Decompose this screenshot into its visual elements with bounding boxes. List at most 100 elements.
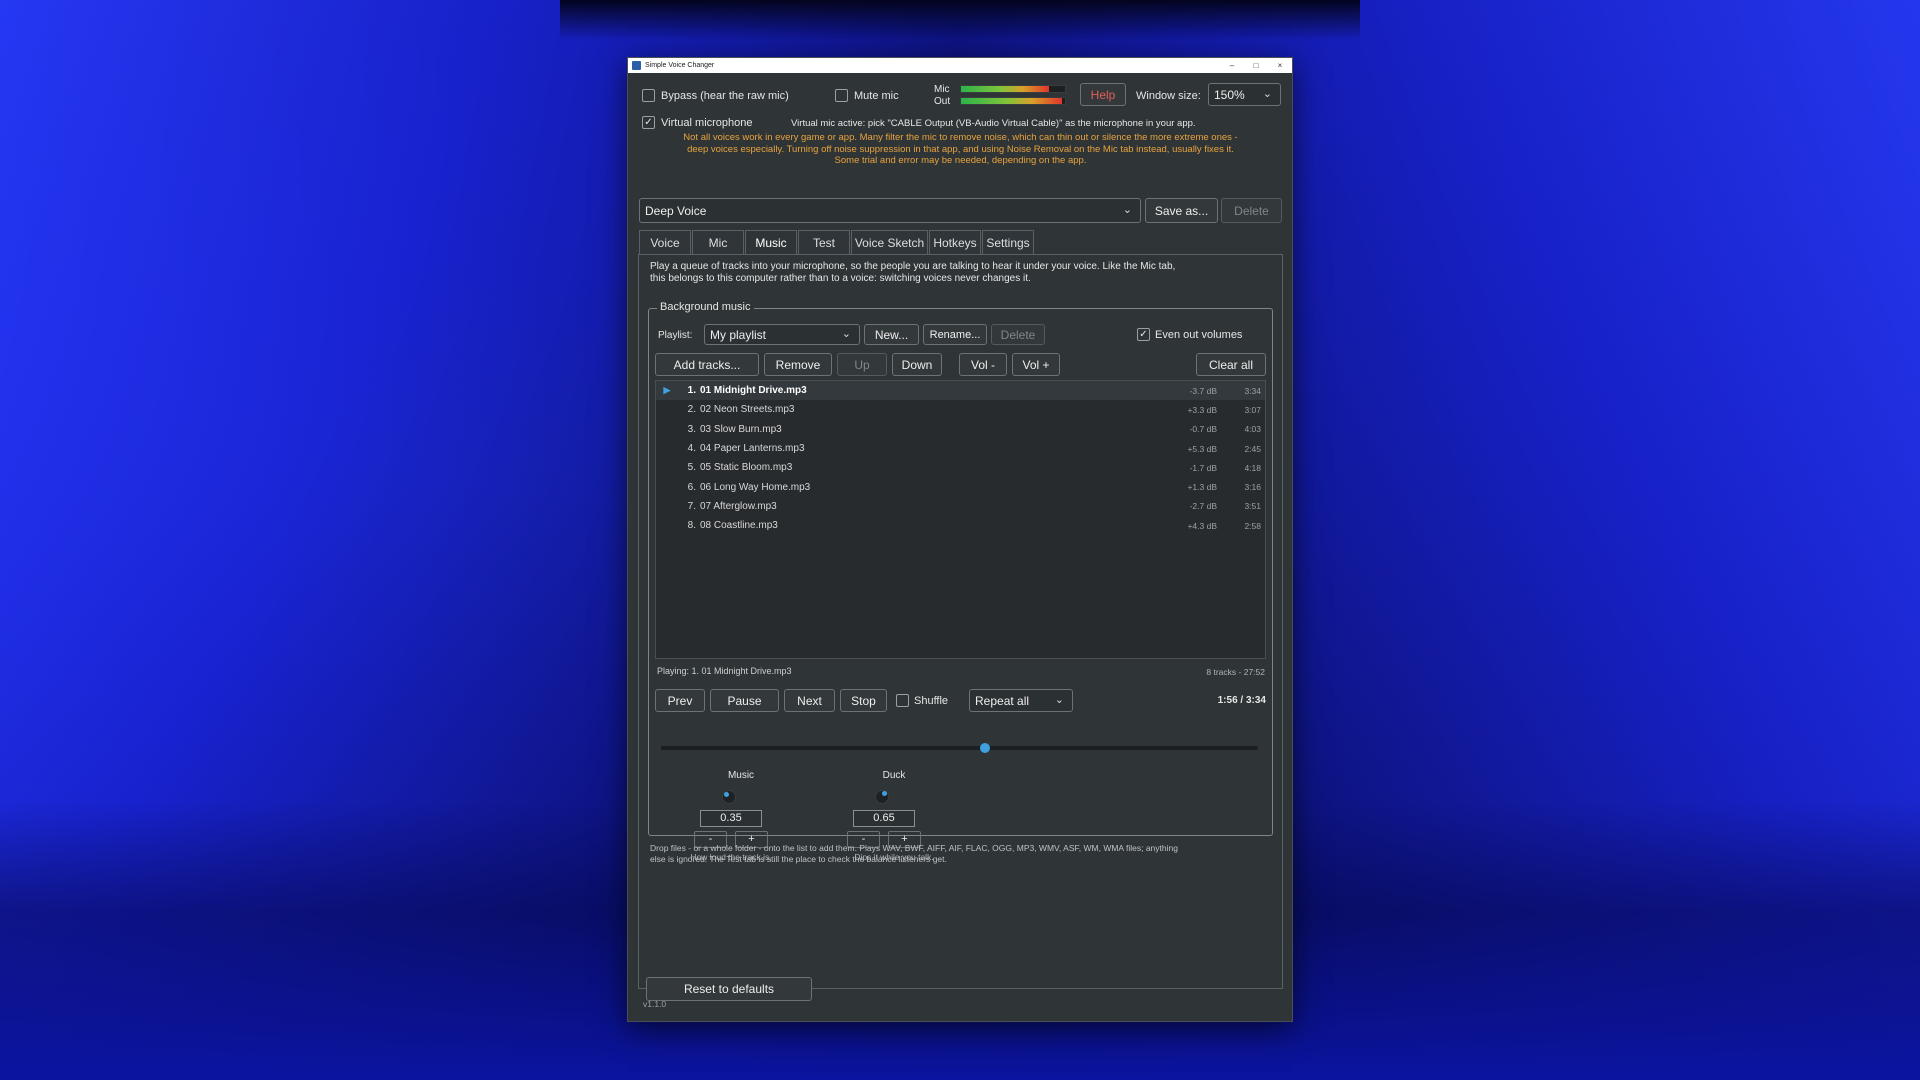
- track-gain: +5.3 dB: [1187, 443, 1217, 454]
- close-button[interactable]: ×: [1268, 58, 1292, 73]
- track-row[interactable]: 3. 03 Slow Burn.mp3 -0.7 dB 4:03: [656, 420, 1265, 439]
- minimize-button[interactable]: –: [1220, 58, 1244, 73]
- track-row[interactable]: 5. 05 Static Bloom.mp3 -1.7 dB 4:18: [656, 458, 1265, 477]
- remove-track-button[interactable]: Remove: [764, 353, 832, 376]
- track-duration: 3:16: [1244, 482, 1261, 493]
- music-volume-value[interactable]: 0.35: [700, 810, 762, 827]
- drop-files-hint: Drop files - or a whole folder - onto th…: [650, 843, 1178, 865]
- seek-bar[interactable]: [661, 743, 1258, 753]
- track-duration: 2:58: [1244, 520, 1261, 531]
- repeat-mode-value: Repeat all: [975, 693, 1030, 708]
- rename-playlist-button[interactable]: Rename...: [923, 324, 987, 345]
- move-up-button[interactable]: Up: [837, 353, 887, 376]
- virtual-mic-status: Virtual mic active: pick "CABLE Output (…: [791, 118, 1196, 129]
- playlist-label: Playlist:: [658, 330, 693, 341]
- voice-preset-value: Deep Voice: [645, 203, 707, 218]
- track-number: 1.: [687, 385, 696, 397]
- track-list[interactable]: ▶ 1. 01 Midnight Drive.mp3 -3.7 dB 3:34 2. 02 …: [655, 380, 1266, 659]
- track-duration: 3:07: [1244, 404, 1261, 415]
- pause-button[interactable]: Pause: [710, 689, 779, 712]
- track-name: 03 Slow Burn.mp3: [700, 423, 782, 435]
- bypass-checkbox[interactable]: [642, 89, 655, 102]
- mic-level-fill: [961, 86, 1050, 92]
- repeat-mode-dropdown[interactable]: Repeat all ⌄: [969, 689, 1073, 712]
- seek-thumb[interactable]: [979, 743, 990, 753]
- track-name: 04 Paper Lanterns.mp3: [700, 443, 805, 455]
- track-row[interactable]: 4. 04 Paper Lanterns.mp3 +5.3 dB 2:45: [656, 439, 1265, 458]
- delete-playlist-button[interactable]: Delete: [991, 324, 1045, 345]
- virtual-mic-checkbox[interactable]: ✓: [642, 116, 655, 129]
- group-title: Background music: [657, 301, 754, 313]
- track-name: 01 Midnight Drive.mp3: [700, 385, 807, 397]
- track-gain: -2.7 dB: [1189, 501, 1217, 512]
- intro-line: Play a queue of tracks into your microph…: [650, 261, 1176, 272]
- title-bar[interactable]: Simple Voice Changer – □ ×: [628, 58, 1292, 73]
- playlist-dropdown[interactable]: My playlist ⌄: [704, 324, 860, 345]
- music-volume-knob[interactable]: [722, 790, 736, 804]
- duck-knob[interactable]: [875, 790, 889, 804]
- notice-line: deep voices especially. Turning off nois…: [687, 143, 1234, 155]
- window-size-label: Window size:: [1136, 90, 1201, 102]
- new-playlist-button[interactable]: New...: [864, 324, 919, 345]
- desktop-wallpaper-top: [560, 0, 1360, 40]
- playlist-summary: 8 tracks - 27:52: [1206, 667, 1265, 677]
- vol-up-button[interactable]: Vol +: [1012, 353, 1060, 376]
- move-down-button[interactable]: Down: [892, 353, 942, 376]
- tab-mic[interactable]: Mic: [692, 230, 744, 254]
- save-as-button[interactable]: Save as...: [1145, 198, 1218, 223]
- track-gain: +3.3 dB: [1187, 404, 1217, 415]
- stop-button[interactable]: Stop: [840, 689, 887, 712]
- mute-mic-checkbox[interactable]: [835, 89, 848, 102]
- track-gain: -3.7 dB: [1189, 385, 1217, 396]
- compatibility-notice: Not all voices work in every game or app…: [638, 132, 1283, 167]
- version-label: v1.1.0: [643, 999, 667, 1009]
- music-intro: Play a queue of tracks into your microph…: [650, 261, 1175, 285]
- clear-all-button[interactable]: Clear all: [1196, 353, 1266, 376]
- prev-button[interactable]: Prev: [655, 689, 705, 712]
- tab-music[interactable]: Music: [745, 230, 797, 254]
- next-button[interactable]: Next: [784, 689, 835, 712]
- seek-fill: [661, 746, 985, 750]
- add-tracks-button[interactable]: Add tracks...: [655, 353, 759, 376]
- mute-mic-label: Mute mic: [854, 90, 899, 102]
- track-name: 02 Neon Streets.mp3: [700, 404, 795, 416]
- duck-value[interactable]: 0.65: [853, 810, 915, 827]
- track-name: 08 Coastline.mp3: [700, 520, 778, 532]
- knob-indicator: [724, 792, 729, 797]
- track-row[interactable]: 6. 06 Long Way Home.mp3 +1.3 dB 3:16: [656, 477, 1265, 496]
- delete-preset-button[interactable]: Delete: [1221, 198, 1282, 223]
- mic-meter-label: Mic: [934, 84, 950, 95]
- track-name: 06 Long Way Home.mp3: [700, 481, 811, 493]
- track-gain: +1.3 dB: [1187, 482, 1217, 493]
- track-row[interactable]: ▶ 1. 01 Midnight Drive.mp3 -3.7 dB 3:34: [656, 381, 1265, 401]
- window-title: Simple Voice Changer: [645, 62, 715, 69]
- reset-to-defaults-button[interactable]: Reset to defaults: [646, 977, 812, 1001]
- vol-down-button[interactable]: Vol -: [959, 353, 1007, 376]
- out-level-fill: [961, 98, 1062, 104]
- knob-indicator: [882, 791, 887, 796]
- playback-time: 1:56 / 3:34: [1217, 695, 1266, 706]
- chevron-down-icon: ⌄: [1122, 204, 1132, 216]
- maximize-button[interactable]: □: [1244, 58, 1268, 73]
- track-row[interactable]: 8. 08 Coastline.mp3 +4.3 dB 2:58: [656, 516, 1265, 535]
- music-knob-label: Music: [727, 770, 755, 781]
- tab-settings[interactable]: Settings: [982, 230, 1034, 254]
- tab-test[interactable]: Test: [798, 230, 850, 254]
- window-size-value: 150%: [1214, 87, 1245, 102]
- even-out-volumes-checkbox[interactable]: ✓: [1137, 328, 1150, 341]
- tab-hotkeys[interactable]: Hotkeys: [929, 230, 981, 254]
- now-playing-label: Playing: 1. 01 Midnight Drive.mp3: [657, 666, 792, 676]
- track-row[interactable]: 7. 07 Afterglow.mp3 -2.7 dB 3:51: [656, 497, 1265, 516]
- tab-voice[interactable]: Voice: [639, 230, 691, 254]
- tab-voice-sketch[interactable]: Voice Sketch: [851, 230, 928, 254]
- intro-line: this belongs to this computer rather tha…: [650, 273, 1031, 284]
- voice-preset-dropdown[interactable]: Deep Voice ⌄: [639, 198, 1141, 223]
- track-row[interactable]: 2. 02 Neon Streets.mp3 +3.3 dB 3:07: [656, 400, 1265, 419]
- app-icon: [632, 61, 641, 70]
- shuffle-checkbox[interactable]: [896, 694, 909, 707]
- window-size-dropdown[interactable]: 150% ⌄: [1208, 83, 1281, 106]
- app-window: Simple Voice Changer – □ × Bypass (hear …: [627, 57, 1293, 1022]
- background-music-group: Background music Playlist: My playlist ⌄…: [648, 301, 1273, 862]
- help-button[interactable]: Help: [1080, 83, 1126, 106]
- duck-knob-label: Duck: [882, 770, 906, 781]
